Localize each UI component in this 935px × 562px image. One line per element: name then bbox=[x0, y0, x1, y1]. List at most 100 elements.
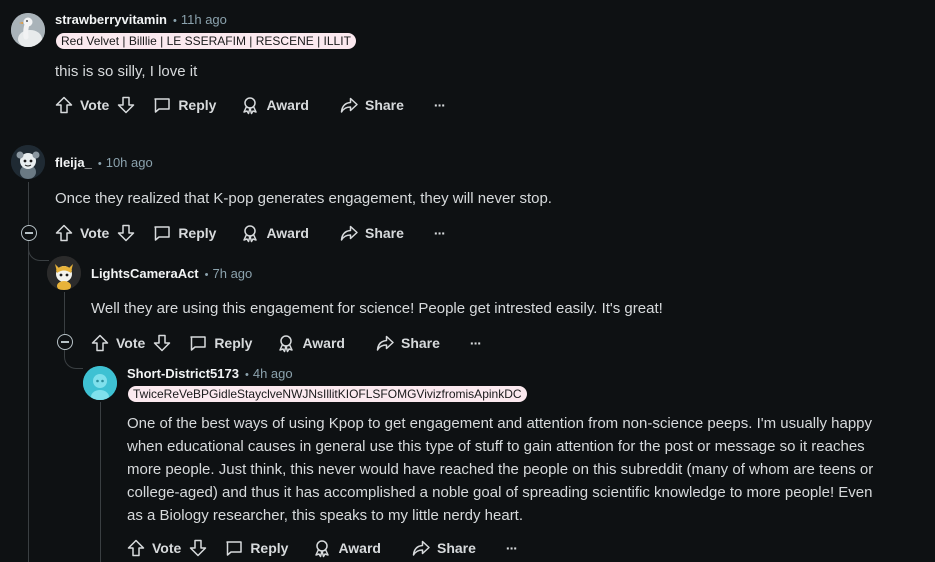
arrow-up-icon bbox=[55, 224, 73, 242]
comment-bubble-icon bbox=[190, 336, 207, 351]
username[interactable]: strawberryvitamin bbox=[55, 12, 167, 27]
thread-line-lightscameraact[interactable] bbox=[64, 292, 65, 334]
downvote-button[interactable] bbox=[116, 223, 136, 243]
share-arrow-icon bbox=[412, 540, 430, 556]
award-icon bbox=[243, 97, 258, 115]
more-options-button[interactable]: ··· bbox=[506, 540, 518, 556]
upvote-button[interactable] bbox=[126, 538, 146, 558]
comment-actions: Vote Reply Award Share ··· bbox=[54, 93, 446, 117]
comment-bubble-icon bbox=[226, 541, 243, 556]
vote-label: Vote bbox=[152, 540, 182, 556]
snoo-avatar-icon bbox=[47, 256, 81, 290]
upvote-button[interactable] bbox=[54, 95, 74, 115]
username[interactable]: LightsCameraAct bbox=[91, 266, 199, 281]
avatar[interactable] bbox=[83, 366, 117, 400]
avatar[interactable] bbox=[47, 256, 81, 290]
arrow-up-icon bbox=[55, 96, 73, 114]
reply-button[interactable]: Reply bbox=[188, 333, 252, 353]
user-flair: TwiceReVeBPGidleStayclveNWJNsIllitKIOFLS… bbox=[128, 386, 527, 402]
comment-actions: Vote Reply Award Share ··· bbox=[54, 221, 446, 245]
snoo-avatar-icon bbox=[11, 145, 45, 179]
comment-actions: Vote Reply Award Share ··· bbox=[126, 536, 518, 560]
username[interactable]: Short-District5173 bbox=[127, 366, 239, 381]
upvote-button[interactable] bbox=[54, 223, 74, 243]
thread-branch-short-district bbox=[64, 350, 83, 369]
award-button[interactable]: Award bbox=[240, 95, 309, 115]
username[interactable]: fleija_ bbox=[55, 155, 92, 170]
collapse-thread-button[interactable] bbox=[21, 225, 37, 241]
reply-label: Reply bbox=[178, 97, 217, 113]
reply-button[interactable]: Reply bbox=[152, 223, 216, 243]
thread-line-short-district[interactable] bbox=[100, 402, 101, 562]
separator-dot: • bbox=[244, 369, 249, 381]
arrow-up-icon bbox=[127, 539, 145, 557]
comment-bubble-icon bbox=[154, 98, 171, 113]
comment-body-line: as a Biology researcher, this speaks to … bbox=[127, 507, 524, 524]
award-button[interactable]: Award bbox=[276, 333, 345, 353]
upvote-button[interactable] bbox=[90, 333, 110, 353]
thread-branch-lightscameraact bbox=[28, 240, 49, 261]
award-label: Award bbox=[266, 225, 309, 241]
avatar[interactable] bbox=[11, 13, 45, 47]
share-button[interactable]: Share bbox=[339, 95, 404, 115]
arrow-up-icon bbox=[91, 334, 109, 352]
reply-button[interactable]: Reply bbox=[224, 538, 288, 558]
timestamp[interactable]: 4h ago bbox=[253, 366, 293, 381]
award-button[interactable]: Award bbox=[240, 223, 309, 243]
comment-meta: strawberryvitamin • 11h ago bbox=[55, 12, 227, 29]
separator-dot: • bbox=[204, 269, 209, 281]
separator-dot: • bbox=[97, 158, 102, 170]
arrow-down-icon bbox=[190, 539, 207, 557]
default-snoo-avatar-icon bbox=[83, 366, 117, 400]
share-button[interactable]: Share bbox=[375, 333, 440, 353]
avatar[interactable] bbox=[11, 145, 45, 179]
award-label: Award bbox=[266, 97, 309, 113]
share-arrow-icon bbox=[340, 97, 358, 113]
comment-actions: Vote Reply Award Share ··· bbox=[90, 331, 482, 355]
reply-label: Reply bbox=[250, 540, 289, 556]
comment-body-line: One of the best ways of using Kpop to ge… bbox=[127, 415, 872, 432]
award-label: Award bbox=[302, 335, 345, 351]
share-arrow-icon bbox=[340, 225, 358, 241]
comment-meta: Short-District5173 • 4h ago bbox=[127, 366, 293, 383]
arrow-down-icon bbox=[118, 224, 135, 242]
downvote-button[interactable] bbox=[116, 95, 136, 115]
comment-body-line: college-aged) and thus it has accomplish… bbox=[127, 484, 873, 501]
user-flair: Red Velvet | Billlie | LE SSERAFIM | RES… bbox=[56, 33, 356, 49]
timestamp[interactable]: 7h ago bbox=[213, 266, 253, 281]
vote-label: Vote bbox=[116, 335, 146, 351]
vote-label: Vote bbox=[80, 97, 110, 113]
comment-body: Well they are using this engagement for … bbox=[91, 300, 663, 317]
comment-meta: LightsCameraAct • 7h ago bbox=[91, 266, 252, 283]
share-label: Share bbox=[436, 540, 476, 556]
timestamp[interactable]: 11h ago bbox=[181, 12, 227, 27]
timestamp[interactable]: 10h ago bbox=[106, 155, 153, 170]
reply-label: Reply bbox=[214, 335, 253, 351]
share-button[interactable]: Share bbox=[411, 538, 476, 558]
arrow-down-icon bbox=[154, 334, 171, 352]
comment-body-line: more people. Just think, this never woul… bbox=[127, 461, 874, 478]
more-options-button[interactable]: ··· bbox=[470, 335, 482, 351]
comment-body: One of the best ways of using Kpop to ge… bbox=[127, 412, 873, 527]
vote-label: Vote bbox=[80, 225, 110, 241]
reply-button[interactable]: Reply bbox=[152, 95, 216, 115]
comment-thread: strawberryvitamin • 11h ago Red Velvet | B… bbox=[0, 0, 935, 562]
downvote-button[interactable] bbox=[188, 538, 208, 558]
collapse-thread-button[interactable] bbox=[57, 334, 73, 350]
share-button[interactable]: Share bbox=[339, 223, 404, 243]
award-button[interactable]: Award bbox=[312, 538, 381, 558]
award-label: Award bbox=[338, 540, 381, 556]
award-icon bbox=[315, 540, 330, 558]
more-options-button[interactable]: ··· bbox=[434, 97, 446, 113]
share-label: Share bbox=[364, 97, 404, 113]
comment-body: this is so silly, I love it bbox=[55, 63, 198, 80]
share-label: Share bbox=[400, 335, 440, 351]
comment-body: Once they realized that K-pop generates … bbox=[55, 190, 552, 207]
share-label: Share bbox=[364, 225, 404, 241]
comment-bubble-icon bbox=[154, 226, 171, 241]
more-options-button[interactable]: ··· bbox=[434, 225, 446, 241]
goose-avatar-icon bbox=[11, 13, 45, 47]
award-icon bbox=[279, 335, 294, 353]
downvote-button[interactable] bbox=[152, 333, 172, 353]
share-arrow-icon bbox=[376, 335, 394, 351]
